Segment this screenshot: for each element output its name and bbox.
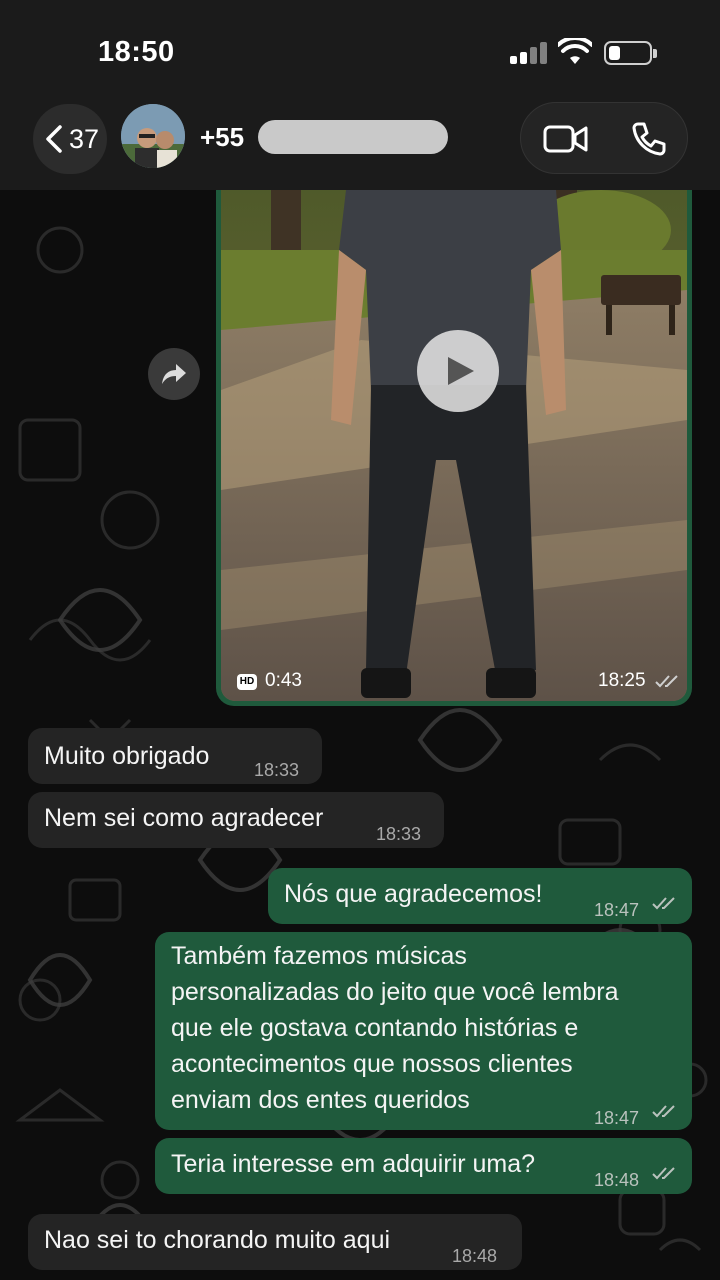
forward-button[interactable] bbox=[148, 348, 200, 400]
status-bar: 18:50 bbox=[0, 0, 720, 96]
read-ticks-icon bbox=[652, 1167, 675, 1180]
play-icon bbox=[448, 357, 474, 385]
back-chevron-icon bbox=[46, 125, 62, 153]
message-text: Nós que agradecemos! bbox=[284, 880, 543, 908]
read-ticks-icon bbox=[655, 675, 678, 688]
message-time: 18:48 bbox=[452, 1246, 498, 1266]
message-bubble-incoming[interactable]: Nem sei como agradecer 18:33 bbox=[28, 792, 444, 848]
message-time: 18:33 bbox=[376, 824, 422, 844]
message-time: 18:33 bbox=[254, 760, 300, 780]
message-text: Teria interesse em adquirir uma? bbox=[171, 1150, 536, 1178]
message-time: 18:47 bbox=[594, 1108, 640, 1128]
hd-badge: HD bbox=[237, 674, 257, 690]
back-button[interactable]: 37 bbox=[33, 104, 107, 174]
message-bubble-incoming[interactable]: Nao sei to chorando muito aqui 18:48 bbox=[28, 1214, 522, 1270]
video-message[interactable]: HD 0:43 18:25 bbox=[216, 190, 692, 706]
unread-count: 37 bbox=[69, 123, 100, 154]
video-timestamp: 18:25 bbox=[598, 670, 646, 691]
signal-strength-icon bbox=[510, 42, 548, 64]
video-thumbnail[interactable]: HD 0:43 18:25 bbox=[221, 190, 687, 701]
contact-avatar[interactable] bbox=[121, 104, 185, 168]
wifi-icon bbox=[558, 38, 592, 64]
message-text: Nao sei to chorando muito aqui bbox=[44, 1226, 391, 1254]
read-ticks-icon bbox=[652, 1105, 675, 1118]
play-button[interactable] bbox=[417, 330, 499, 412]
status-time: 18:50 bbox=[98, 36, 175, 68]
chat-header: 37 +55 bbox=[0, 96, 720, 190]
contact-name[interactable]: +55 bbox=[200, 122, 244, 153]
message-time: 18:47 bbox=[594, 900, 640, 920]
message-bubble-outgoing[interactable]: Nós que agradecemos! 18:47 bbox=[268, 868, 692, 924]
video-duration: 0:43 bbox=[265, 670, 302, 691]
message-text: Também fazemos músicas personalizadas do… bbox=[171, 942, 619, 1114]
message-bubble-outgoing[interactable]: Também fazemos músicas personalizadas do… bbox=[155, 932, 692, 1130]
message-text: Nem sei como agradecer bbox=[44, 804, 324, 832]
redacted-number-mask bbox=[258, 120, 448, 154]
voice-call-icon[interactable] bbox=[629, 121, 667, 159]
forward-icon bbox=[162, 364, 186, 384]
read-ticks-icon bbox=[652, 897, 675, 910]
message-text: Muito obrigado bbox=[44, 742, 210, 770]
call-actions bbox=[520, 102, 688, 174]
message-bubble-incoming[interactable]: Muito obrigado 18:33 bbox=[28, 728, 322, 784]
battery-icon bbox=[604, 41, 657, 65]
video-call-icon[interactable] bbox=[543, 123, 589, 155]
message-time: 18:48 bbox=[594, 1170, 640, 1190]
message-bubble-outgoing[interactable]: Teria interesse em adquirir uma? 18:48 bbox=[155, 1138, 692, 1194]
